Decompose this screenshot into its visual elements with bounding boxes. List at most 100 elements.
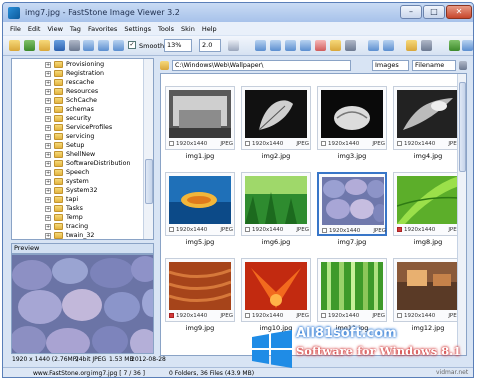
tree-scrollbar[interactable] (143, 59, 153, 239)
zoom-select[interactable]: 13% (164, 39, 192, 52)
menu-skin[interactable]: Skin (181, 25, 195, 33)
thumbnail-checkbox[interactable] (169, 141, 174, 146)
maximize-button[interactable]: □ (423, 5, 445, 19)
thumbnail-frame[interactable]: 1920x1440 JPEG (241, 172, 311, 236)
expand-icon[interactable]: + (45, 97, 51, 104)
thumbnail-checkbox[interactable] (245, 141, 250, 146)
tree-item[interactable]: + tapi (12, 195, 144, 204)
expand-icon[interactable]: + (45, 115, 51, 122)
settings-icon[interactable] (421, 40, 432, 51)
flip-icon[interactable] (300, 40, 311, 51)
close-button[interactable]: ✕ (446, 5, 472, 19)
browse-folder-icon[interactable] (39, 40, 50, 51)
rotate-left-icon[interactable] (270, 40, 281, 51)
thumbnail-image[interactable] (169, 262, 231, 310)
thumbnail-frame[interactable]: 1920x1440 JPEG (241, 258, 311, 322)
tree-item[interactable]: + SchCache (12, 96, 144, 105)
tree-item[interactable]: + Registration (12, 69, 144, 78)
tree-item[interactable]: + SoftwareDistribution (12, 159, 144, 168)
thumbnail-item[interactable]: 1920x1440 JPEG img2.jpg (239, 86, 313, 165)
ratio-select[interactable]: 2.0 (199, 39, 221, 52)
sort-order-icon[interactable] (459, 61, 467, 70)
thumbnail-checkbox[interactable] (169, 227, 174, 232)
thumbnail-checkbox[interactable] (397, 141, 402, 146)
tree-item[interactable]: + servicing (12, 132, 144, 141)
thumbnail-image[interactable] (321, 90, 383, 138)
thumbnail-image[interactable] (321, 262, 383, 310)
thumbnail-image[interactable] (169, 176, 231, 224)
thumbnail-frame[interactable]: 1920x1440 JPEG (393, 258, 463, 322)
path-input[interactable]: C:\Windows\Web\Wallpaper\ (172, 60, 351, 71)
adjust-colors-icon[interactable] (330, 40, 341, 51)
tree-item[interactable]: + schemas (12, 105, 144, 114)
folder-up-icon[interactable] (160, 61, 169, 70)
minimize-button[interactable]: – (400, 5, 422, 19)
slideshow-icon[interactable] (368, 40, 379, 51)
expand-icon[interactable]: + (45, 61, 51, 68)
expand-icon[interactable]: + (45, 133, 51, 140)
save-icon[interactable] (54, 40, 65, 51)
expand-icon[interactable]: + (45, 142, 51, 149)
expand-icon[interactable]: + (45, 124, 51, 131)
thumbnail-item[interactable]: 1920x1440 JPEG img6.jpg (239, 172, 313, 251)
rotate-right-icon[interactable] (285, 40, 296, 51)
thumbnail-item[interactable]: 1920x1440 JPEG img1.jpg (163, 86, 237, 165)
tree-item[interactable]: + Resources (12, 87, 144, 96)
tree-item[interactable]: + System32 (12, 186, 144, 195)
tree-item[interactable]: + Temp (12, 213, 144, 222)
thumbnail-item[interactable]: 1920x1440 JPEG img7.jpg (315, 172, 389, 251)
thumbnail-image[interactable] (245, 90, 307, 138)
thumbnail-checkbox[interactable] (322, 228, 327, 233)
menu-favorites[interactable]: Favorites (88, 25, 117, 33)
tree-item[interactable]: + rescache (12, 78, 144, 87)
thumbnail-checkbox[interactable] (169, 313, 174, 318)
expand-icon[interactable]: + (45, 160, 51, 167)
thumbnail-image[interactable] (245, 262, 307, 310)
thumbnail-frame[interactable]: 1920x1440 JPEG (165, 86, 235, 150)
thumbnail-checkbox[interactable] (321, 141, 326, 146)
acquire-icon[interactable] (24, 40, 35, 51)
tree-item[interactable]: + ShellNew (12, 150, 144, 159)
thumbnail-frame[interactable]: 1920x1440 JPEG (241, 86, 311, 150)
thumbnail-item[interactable]: 1920x1440 JPEG img9.jpg (163, 258, 237, 337)
expand-icon[interactable]: + (45, 178, 51, 185)
red-eye-icon[interactable] (315, 40, 326, 51)
tree-item[interactable]: + Speech (12, 168, 144, 177)
expand-icon[interactable]: + (45, 196, 51, 203)
view-mode-icon[interactable] (462, 40, 473, 51)
menu-help[interactable]: Help (202, 25, 217, 33)
fullscreen-icon[interactable] (449, 40, 460, 51)
tree-item[interactable]: + twain_32 (12, 231, 144, 239)
thumbnail-item[interactable]: 1920x1440 JPEG img8.jpg (391, 172, 465, 251)
thumbnail-item[interactable]: 1920x1440 JPEG img5.jpg (163, 172, 237, 251)
thumbnail-checkbox[interactable] (245, 313, 250, 318)
hand-tool-icon[interactable] (228, 40, 239, 51)
tree-item[interactable]: + ServiceProfiles (12, 123, 144, 132)
expand-icon[interactable]: + (45, 223, 51, 230)
browser-scrollbar-thumb[interactable] (459, 82, 466, 172)
expand-icon[interactable]: + (45, 79, 51, 86)
actual-size-icon[interactable] (98, 40, 109, 51)
thumbnail-checkbox[interactable] (245, 227, 250, 232)
expand-icon[interactable]: + (45, 214, 51, 221)
expand-icon[interactable]: + (45, 88, 51, 95)
tree-item[interactable]: + Provisioning (12, 60, 144, 69)
expand-icon[interactable]: + (45, 151, 51, 158)
smooth-checkbox[interactable]: ✓ (128, 41, 136, 49)
compare-icon[interactable] (383, 40, 394, 51)
thumbnail-frame[interactable]: 1920x1440 JPEG (317, 86, 387, 150)
menu-view[interactable]: View (47, 25, 62, 33)
thumbnail-frame[interactable]: 1920x1440 JPEG (393, 172, 463, 236)
tree-item[interactable]: + system (12, 177, 144, 186)
expand-icon[interactable]: + (45, 106, 51, 113)
title-bar[interactable]: img7.jpg - FastStone Image Viewer 3.2 – … (3, 3, 473, 22)
fit-window-icon[interactable] (83, 40, 94, 51)
menu-edit[interactable]: Edit (28, 25, 41, 33)
expand-icon[interactable]: + (45, 232, 51, 239)
crop-icon[interactable] (255, 40, 266, 51)
thumbnail-item[interactable]: 1920x1440 JPEG img4.jpg (391, 86, 465, 165)
menu-tag[interactable]: Tag (70, 25, 81, 33)
expand-icon[interactable]: + (45, 187, 51, 194)
zoom-in-icon[interactable] (113, 40, 124, 51)
thumbnail-checkbox[interactable] (397, 313, 402, 318)
